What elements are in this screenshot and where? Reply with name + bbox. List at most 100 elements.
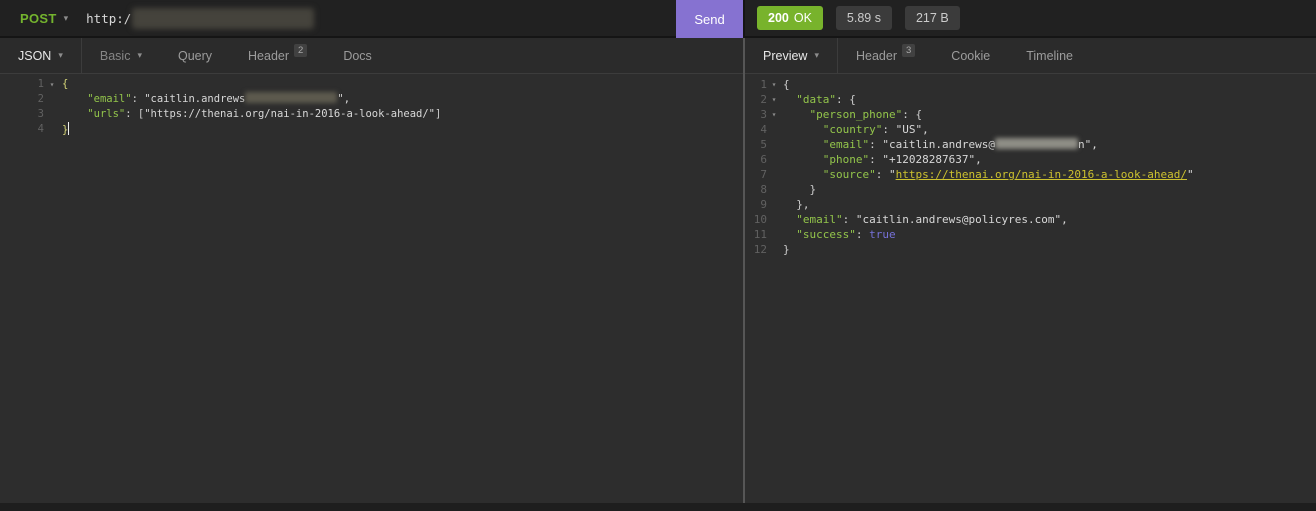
code-text: "phone": "+12028287637", <box>781 152 982 167</box>
code-text: }, <box>781 197 809 212</box>
code-text: } <box>781 242 790 257</box>
fold-gutter-spacer <box>44 122 60 137</box>
code-token: " <box>1187 168 1194 181</box>
code-token: ] <box>435 108 442 120</box>
code-token: "caitlin.andrews@ <box>882 138 995 151</box>
tab-label: Cookie <box>951 48 991 63</box>
code-line: 3 "urls": ["https://thenai.org/nai-in-20… <box>0 107 743 122</box>
request-body-editor[interactable]: 1 ▾{2 "email": "caitlin.andrews ", 3 "urls"… <box>0 74 743 509</box>
code-text: "person_phone": { <box>781 107 923 122</box>
response-body-viewer[interactable]: 1 ▾{2 ▾ "data": {3 ▾ "person_phone": {4 "co… <box>745 74 1316 509</box>
line-number: 3 <box>760 108 767 121</box>
code-line: 5 "email": "caitlin.andrews@ n", <box>745 137 1316 152</box>
chevron-down-icon: ▾ <box>814 50 819 60</box>
tab-label: Preview <box>763 48 808 63</box>
code-line: 11 "success": true <box>745 227 1316 242</box>
tab-count-badge: 3 <box>902 43 916 58</box>
code-line: 2 ▾ "data": { <box>745 92 1316 107</box>
code-text: "country": "US", <box>781 122 929 137</box>
method-dropdown[interactable]: POST ▾ <box>20 11 68 26</box>
fold-gutter-spacer <box>44 92 60 107</box>
url-input[interactable]: http:/ <box>86 7 676 29</box>
fold-arrow-icon[interactable]: ▾ <box>767 92 781 107</box>
line-number: 5 <box>760 138 767 151</box>
code-token: { <box>62 78 69 90</box>
code-text: "data": { <box>781 92 856 107</box>
code-line: 3 ▾ "person_phone": { <box>745 107 1316 122</box>
tab-query[interactable]: Query <box>160 38 230 73</box>
line-number: 7 <box>760 168 767 181</box>
tab-timeline[interactable]: Timeline <box>1008 38 1091 73</box>
tab-docs[interactable]: Docs <box>325 38 389 73</box>
tab-label: JSON <box>18 48 52 63</box>
request-url-bar: POST ▾ http:/ <box>0 0 676 36</box>
code-token: : <box>875 168 889 181</box>
tab-body-type-json[interactable]: JSON ▾ <box>0 38 81 73</box>
line-number: 4 <box>37 123 44 135</box>
line-number: 6 <box>760 153 767 166</box>
response-tab-bar: Preview ▾ Header 3 Cookie Timeline <box>745 38 1316 74</box>
redacted-text <box>994 138 1078 149</box>
code-token: "phone" <box>822 153 870 166</box>
tab-request-header[interactable]: Header 2 <box>230 38 325 73</box>
chevron-down-icon: ▾ <box>58 50 63 60</box>
fold-gutter-spacer <box>767 227 781 242</box>
send-button[interactable]: Send <box>676 0 743 38</box>
fold-gutter-spacer <box>767 212 781 227</box>
code-token: : [ <box>125 108 145 120</box>
code-text: "email": "caitlin.andrews ", <box>60 92 350 107</box>
code-text: "email": "caitlin.andrews@policyres.com"… <box>781 212 1068 227</box>
code-token: : <box>855 228 870 241</box>
tab-response-header[interactable]: Header 3 <box>838 38 933 73</box>
rest-client-window: POST ▾ http:/ Send 200 OK 5.89 s 217 B J… <box>0 0 1316 511</box>
code-token: " <box>888 168 896 181</box>
fold-gutter-spacer <box>767 242 781 257</box>
fold-arrow-icon[interactable]: ▾ <box>767 77 781 92</box>
tab-label: Docs <box>343 48 372 63</box>
fold-arrow-icon[interactable]: ▾ <box>44 77 60 92</box>
response-meta-bar: 200 OK 5.89 s 217 B <box>745 0 1316 36</box>
code-token: "person_phone" <box>809 108 903 121</box>
fold-gutter-spacer <box>44 107 60 122</box>
code-line: 4} <box>0 122 743 137</box>
line-number: 8 <box>760 183 767 196</box>
tab-preview[interactable]: Preview ▾ <box>745 38 837 73</box>
status-code: 200 <box>768 11 789 25</box>
chevron-down-icon: ▾ <box>137 50 142 60</box>
code-text: "email": "caitlin.andrews@ n", <box>781 137 1098 152</box>
tab-cookie[interactable]: Cookie <box>933 38 1008 73</box>
request-tab-bar: JSON ▾ Basic ▾ Query Header 2 Docs <box>0 38 743 74</box>
code-token: "email" <box>796 213 843 226</box>
response-pane: Preview ▾ Header 3 Cookie Timeline 1 ▾{2 ▾… <box>745 38 1316 509</box>
url-text: http:/ <box>86 10 132 26</box>
line-number: 10 <box>753 213 767 226</box>
status-badge: 200 OK <box>757 6 823 30</box>
code-text: } <box>781 182 816 197</box>
code-line: 1 ▾{ <box>0 77 743 92</box>
redacted-url <box>132 7 315 29</box>
line-number: 12 <box>753 243 767 256</box>
code-token: : <box>869 138 883 151</box>
tab-auth-basic[interactable]: Basic ▾ <box>82 38 160 73</box>
code-line: 4 "country": "US", <box>745 122 1316 137</box>
code-token: "success" <box>796 228 856 241</box>
code-token: "caitlin.andrews <box>144 93 246 105</box>
code-token: : <box>131 93 145 105</box>
tab-count-badge: 2 <box>294 43 308 58</box>
line-number: 2 <box>760 93 767 106</box>
line-number: 1 <box>760 78 767 91</box>
line-number: 4 <box>760 123 767 136</box>
code-line: 1 ▾{ <box>745 77 1316 92</box>
response-url-link[interactable]: https://thenai.org/nai-in-2016-a-look-ah… <box>896 168 1187 181</box>
code-token: ", <box>337 93 351 105</box>
fold-arrow-icon[interactable]: ▾ <box>767 107 781 122</box>
code-token: "country" <box>822 123 883 136</box>
code-text: { <box>60 77 68 92</box>
